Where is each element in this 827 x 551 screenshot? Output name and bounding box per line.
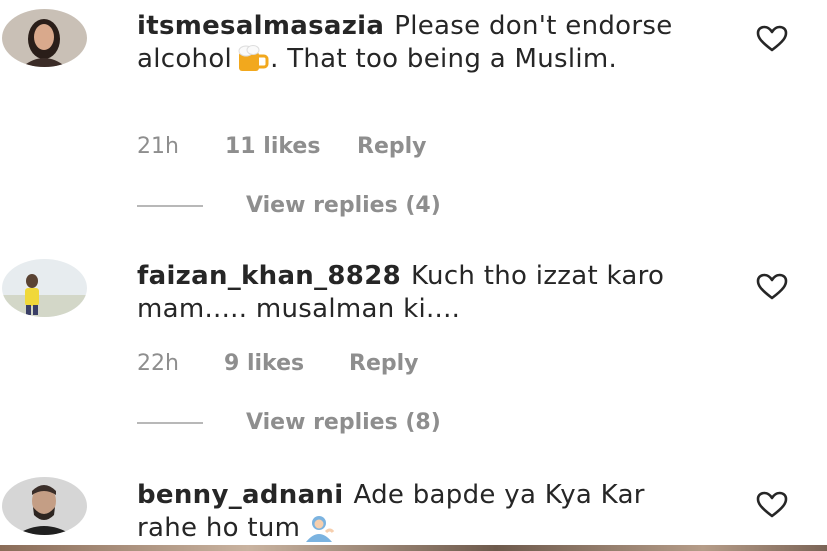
comment-text: itsmesalmasazia Please don't endorse alco… <box>137 10 697 82</box>
comment-time: 21h <box>137 134 179 159</box>
view-replies-button[interactable]: View replies (8) <box>137 410 441 435</box>
avatar[interactable] <box>2 477 87 535</box>
divider-line <box>137 205 203 207</box>
heart-outline-icon[interactable] <box>755 490 789 520</box>
heart-outline-icon[interactable] <box>755 24 789 54</box>
divider-line <box>137 422 203 424</box>
comment-username[interactable]: faizan_khan_8828 <box>137 261 401 291</box>
comment-meta: 21h 11 likes Reply <box>137 134 427 159</box>
beer-mug-emoji <box>236 45 270 82</box>
bottom-edge-strip <box>0 545 827 551</box>
view-replies-label: View replies (8) <box>246 410 441 435</box>
comment-likes[interactable]: 11 likes <box>225 134 357 159</box>
avatar[interactable] <box>2 9 87 67</box>
view-replies-label: View replies (4) <box>246 193 441 218</box>
comment-username[interactable]: benny_adnani <box>137 480 343 510</box>
reply-button[interactable]: Reply <box>349 351 419 376</box>
view-replies-button[interactable]: View replies (4) <box>137 193 441 218</box>
comment-likes[interactable]: 9 likes <box>224 351 349 376</box>
comment-body-continued: . That too being a Muslim. <box>270 44 618 74</box>
avatar[interactable] <box>2 259 87 317</box>
comment-username[interactable]: itsmesalmasazia <box>137 11 384 41</box>
comment-text: faizan_khan_8828 Kuch tho izzat karo mam.… <box>137 260 697 326</box>
reply-button[interactable]: Reply <box>357 134 427 159</box>
comment-meta: 22h 9 likes Reply <box>137 351 419 376</box>
heart-outline-icon[interactable] <box>755 272 789 302</box>
comment-time: 22h <box>137 351 179 376</box>
comment-text: benny_adnani Ade bapde ya Kya Kar rahe ho… <box>137 479 697 551</box>
